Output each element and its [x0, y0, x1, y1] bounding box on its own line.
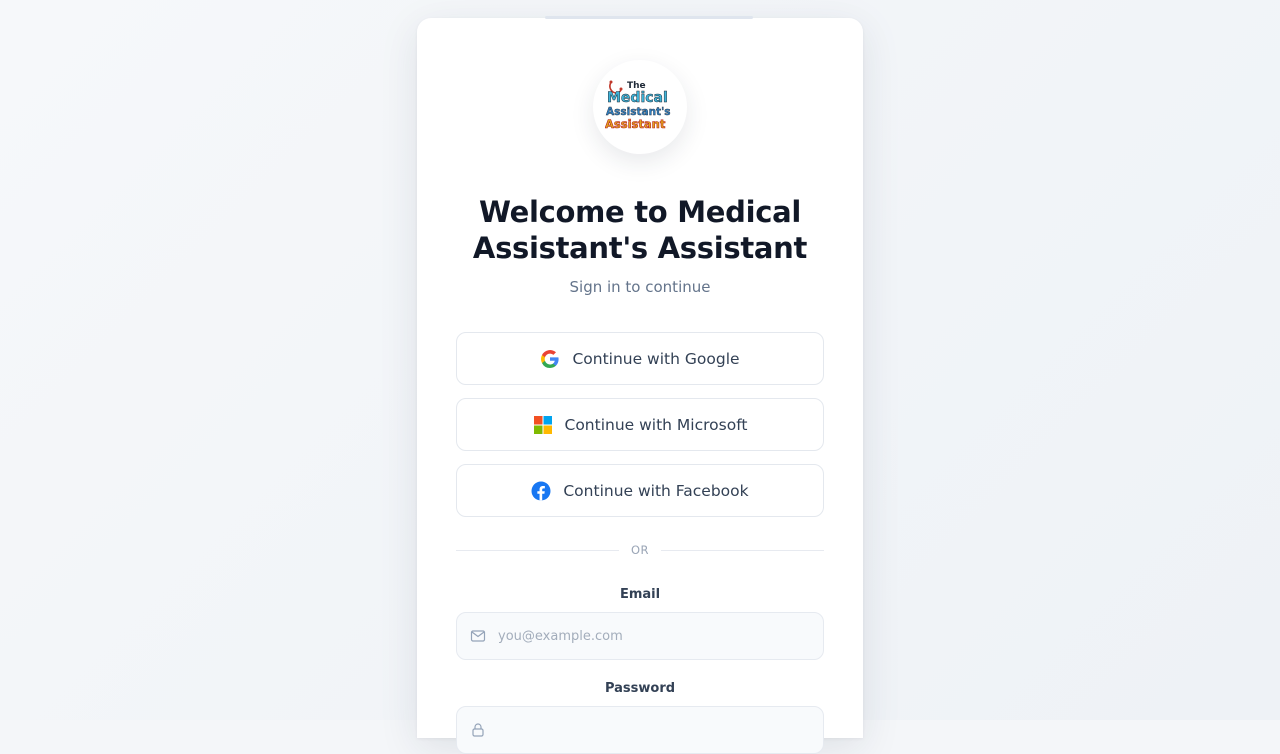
or-divider-label: OR	[630, 543, 650, 557]
microsoft-signin-label: Continue with Microsoft	[564, 415, 748, 434]
microsoft-icon	[533, 415, 553, 435]
mail-icon	[470, 628, 486, 644]
logo-artwork: The Medical Assistant's Assistant	[605, 80, 671, 131]
card-accent-line	[545, 16, 753, 19]
app-logo: The Medical Assistant's Assistant	[593, 60, 687, 154]
email-label: Email	[619, 587, 661, 602]
lock-icon	[470, 722, 486, 738]
password-input[interactable]	[498, 722, 798, 738]
logo-text-assistant: Assistant	[605, 117, 666, 131]
facebook-signin-button[interactable]: Continue with Facebook	[456, 464, 824, 517]
microsoft-signin-button[interactable]: Continue with Microsoft	[456, 398, 824, 451]
google-icon	[540, 349, 560, 369]
page-subtitle: Sign in to continue	[569, 278, 711, 296]
facebook-icon	[531, 481, 551, 501]
or-divider: OR	[456, 541, 825, 559]
google-signin-label: Continue with Google	[572, 349, 740, 368]
logo-text-medical: Medical	[607, 90, 668, 106]
email-input[interactable]	[498, 628, 798, 644]
facebook-signin-label: Continue with Facebook	[563, 481, 749, 500]
login-card: The Medical Assistant's Assistant Welcom…	[417, 16, 863, 754]
google-signin-button[interactable]: Continue with Google	[456, 332, 824, 385]
email-field[interactable]	[456, 612, 824, 660]
page-title: Welcome to Medical Assistant's Assistant	[472, 195, 808, 265]
password-field[interactable]	[456, 706, 824, 754]
password-label: Password	[604, 681, 676, 696]
